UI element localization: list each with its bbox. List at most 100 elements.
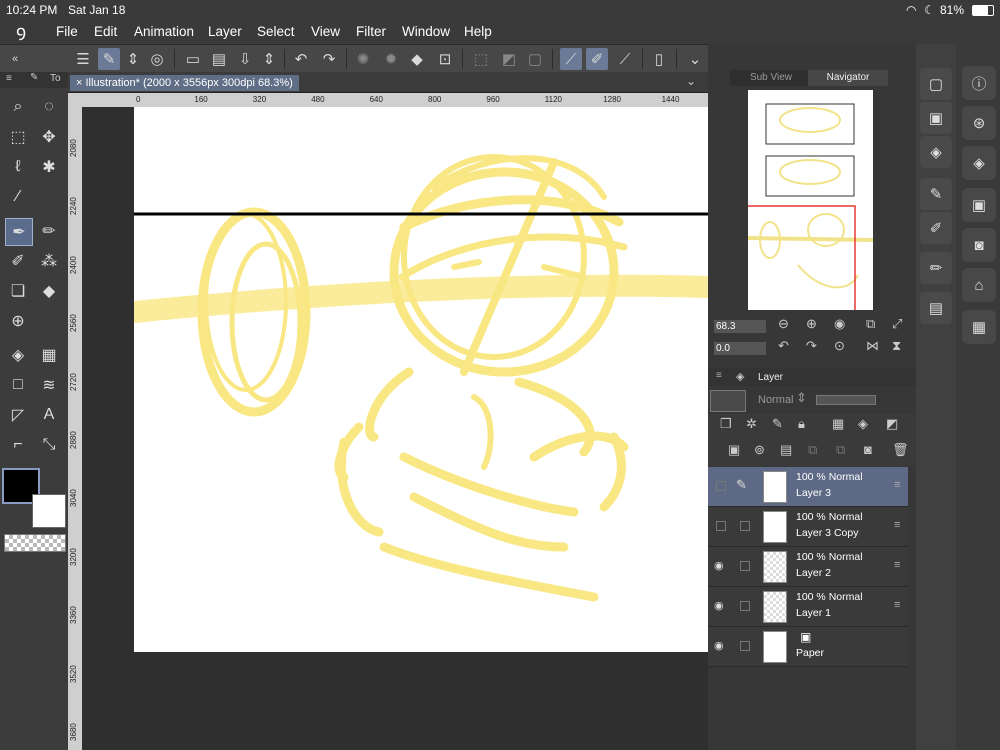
reset-rotation-icon[interactable]: ⊙ [834, 338, 845, 354]
drag-handle-icon[interactable]: ≡ [894, 519, 900, 531]
show-selection-icon[interactable]: ▢ [524, 48, 546, 70]
visibility-toggle[interactable] [716, 481, 726, 491]
brush-icon[interactable]: ✐ [5, 248, 31, 274]
menu-filter[interactable]: Filter [356, 24, 386, 39]
fit-window-icon[interactable]: ⤢ [892, 316, 902, 332]
visibility-toggle[interactable] [716, 521, 726, 531]
chevron-down-icon[interactable]: ⌄ [684, 48, 706, 70]
menu-animation[interactable]: Animation [134, 24, 194, 39]
tool-tab[interactable]: ≡ ✎ To [0, 72, 68, 88]
transform-icon[interactable]: ⊡ [434, 48, 456, 70]
lock-icon[interactable]: 🔒︎ [798, 416, 805, 432]
opacity-slider[interactable] [816, 395, 876, 405]
up-down-icon[interactable]: ⇕ [122, 48, 144, 70]
figure-icon[interactable]: □ [5, 372, 31, 398]
new-raster-layer-icon[interactable]: ▣ [728, 442, 740, 458]
app-logo-icon[interactable]: Ꝯ [16, 22, 26, 45]
menu-file[interactable]: File [56, 24, 78, 39]
save-icon[interactable]: ⇩ [234, 48, 256, 70]
material-icon[interactable]: ▣ [962, 188, 996, 222]
menu-view[interactable]: View [311, 24, 340, 39]
canvas-paper[interactable] [123, 107, 708, 652]
rotation-field[interactable]: 0.0 [714, 342, 766, 355]
eyedropper-icon[interactable]: ⁄ [5, 184, 31, 210]
snap-grid-icon[interactable]: ⟋ [614, 48, 636, 70]
blend-mode-chevron-icon[interactable]: ⇕ [796, 390, 807, 406]
lasso-icon[interactable]: ℓ [5, 154, 31, 180]
drag-handle-icon[interactable]: ≡ [894, 479, 900, 491]
lasso-select-icon[interactable]: ◌ [36, 94, 62, 120]
layer-row[interactable]: 100 % Normal Layer 3 Copy ≡ [708, 507, 908, 547]
operation-icon[interactable]: ⬚ [5, 124, 31, 150]
menu-edit[interactable]: Edit [94, 24, 117, 39]
layer-stack-icon[interactable]: ◈ [920, 136, 952, 168]
undo-icon[interactable]: ↶ [290, 48, 312, 70]
zoom-in-icon[interactable]: ⊕ [806, 316, 817, 332]
clear-icon[interactable]: ✺ [352, 48, 374, 70]
move-icon[interactable]: ✥ [36, 124, 62, 150]
menu-window[interactable]: Window [402, 24, 450, 39]
layer-row[interactable]: ◉ 100 % Normal Layer 2 ≡ [708, 547, 908, 587]
flip-horizontal-icon[interactable]: ⋈ [866, 338, 879, 354]
layer-row[interactable]: ✎ 100 % Normal Layer 3 ≡ [708, 467, 908, 507]
new-file-icon[interactable]: ▭ [182, 48, 204, 70]
snap-ruler-icon[interactable]: ⟋ [560, 48, 582, 70]
text-icon[interactable]: A [36, 402, 62, 428]
edit-target-toggle[interactable] [740, 521, 750, 531]
panel-menu-icon[interactable]: ≡ [716, 370, 722, 381]
edit-target-toggle[interactable] [740, 561, 750, 571]
menu-select[interactable]: Select [257, 24, 295, 39]
layer-color-toggle[interactable] [710, 390, 746, 412]
layer-mask-icon[interactable]: ◙ [864, 442, 872, 457]
menu-help[interactable]: Help [464, 24, 492, 39]
eye-icon[interactable]: ◉ [714, 599, 724, 612]
document-tab[interactable]: × Illustration* (2000 x 3556px 300dpi 68… [70, 75, 299, 91]
correct-line-icon[interactable]: ⤡ [36, 432, 62, 458]
actual-size-icon[interactable]: ⧉ [866, 316, 875, 332]
open-folder-icon[interactable]: ▤ [208, 48, 230, 70]
layer-row[interactable]: ◉ ▣ Paper [708, 627, 908, 667]
deselect-icon[interactable]: ⬚ [470, 48, 492, 70]
invert-selection-icon[interactable]: ◩ [498, 48, 520, 70]
transparent-color-swatch[interactable] [4, 534, 66, 552]
flip-vertical-icon[interactable]: ⧗ [892, 338, 901, 354]
gradient-icon[interactable]: ▦ [36, 342, 62, 368]
blend-mode-select[interactable]: Normal [758, 394, 793, 406]
eraser-icon[interactable]: ◆ [36, 278, 62, 304]
pencil-icon[interactable]: ✏ [36, 218, 62, 244]
airbrush-icon[interactable]: ⁂ [36, 248, 62, 274]
animation-cel-icon[interactable]: ◙ [962, 228, 996, 262]
clip-layer-icon[interactable]: ❐ [720, 416, 732, 432]
color-history-icon[interactable]: ▣ [920, 102, 952, 134]
spiral-icon[interactable]: ◎ [146, 48, 168, 70]
reference-layer-icon[interactable]: ✲ [746, 416, 757, 432]
hamburger-menu-icon[interactable]: ☰ [72, 48, 94, 70]
frame-icon[interactable]: ≋ [36, 372, 62, 398]
navigator-preview[interactable] [739, 90, 874, 317]
edit-mode-icon[interactable]: ✎ [98, 48, 120, 70]
device-icon[interactable]: ▯ [648, 48, 670, 70]
blend-icon[interactable]: ⊕ [5, 308, 31, 334]
redo-icon[interactable]: ↷ [318, 48, 340, 70]
timeline-icon[interactable]: ⌂ [962, 268, 996, 302]
lock-transparent-icon[interactable]: ▦ [832, 416, 844, 432]
film-icon[interactable]: ▤ [920, 292, 952, 324]
decoration-icon[interactable]: ❏ [5, 278, 31, 304]
tool-property-icon[interactable]: ✎ [920, 178, 952, 210]
transfer-down-icon[interactable]: ⧉ [808, 442, 817, 458]
collapse-left-icon[interactable]: « [4, 48, 26, 70]
layer-property-icon[interactable]: ◈ [962, 146, 996, 180]
rotate-right-icon[interactable]: ↷ [806, 338, 817, 354]
fill-bucket-icon[interactable]: ◈ [5, 342, 31, 368]
tab-navigator[interactable]: Navigator [808, 70, 888, 86]
zoom-icon[interactable]: ⌕ [5, 94, 31, 120]
ruler-link-icon[interactable]: ◩ [886, 416, 898, 432]
edit-target-icon[interactable]: ✎ [736, 477, 747, 493]
clear-outside-icon[interactable]: ✹ [380, 48, 402, 70]
drag-handle-icon[interactable]: ≡ [894, 559, 900, 571]
new-vector-layer-icon[interactable]: ⊚ [754, 442, 765, 458]
pen-icon[interactable]: ✒ [5, 218, 33, 246]
zoom-field[interactable]: 68.3 [714, 320, 766, 333]
tab-menu-chevron-icon[interactable]: ⌄ [686, 74, 696, 88]
drag-handle-icon[interactable]: ≡ [894, 599, 900, 611]
